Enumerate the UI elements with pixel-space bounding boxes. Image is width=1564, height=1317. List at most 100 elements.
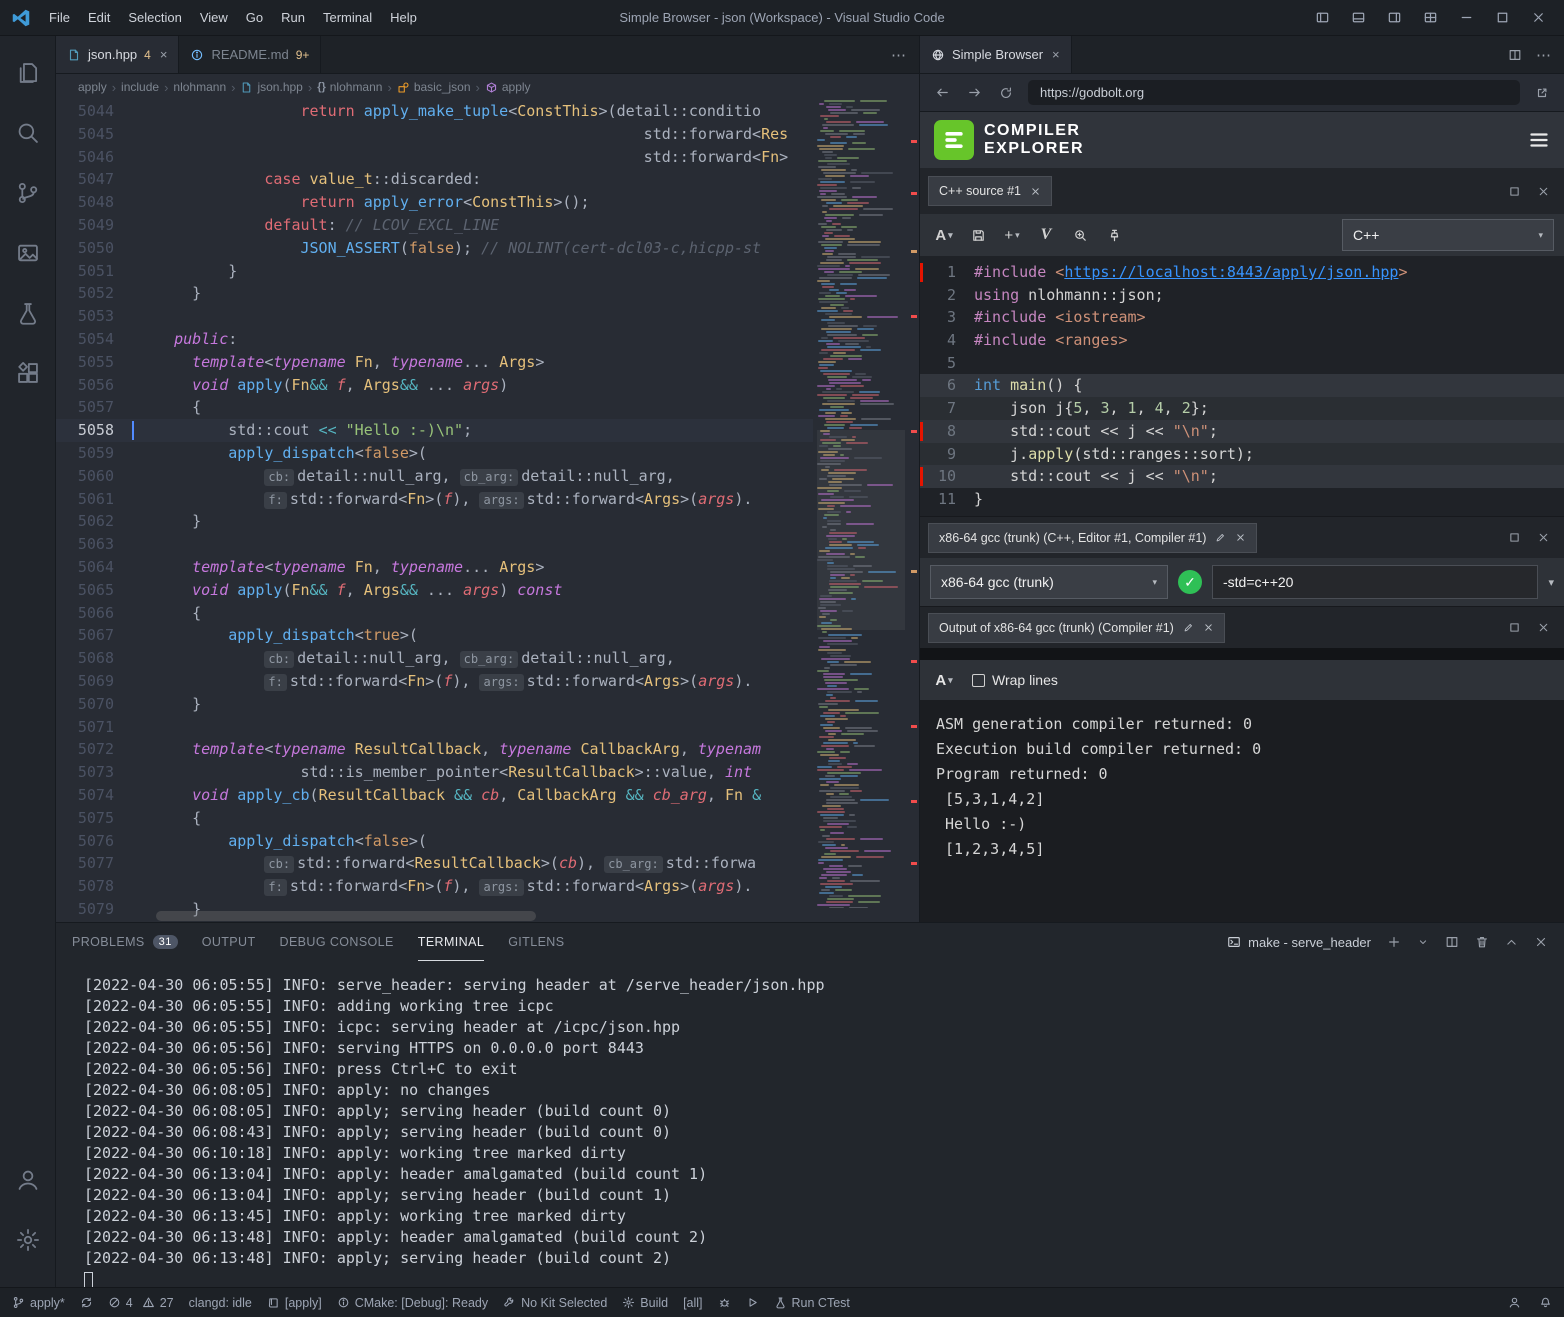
split-terminal-icon[interactable] [1445,935,1459,949]
panel-tab-terminal[interactable]: TERMINAL [418,923,484,961]
code-line-5050[interactable]: 5050 JSON_ASSERT(false); // NOLINT(cert-… [56,237,813,260]
save-icon[interactable] [964,220,992,250]
panel-tab-debug-console[interactable]: DEBUG CONSOLE [280,923,394,961]
code-line-5054[interactable]: 5054 public: [56,328,813,351]
close-window-icon[interactable] [1530,10,1546,26]
status-launch[interactable] [746,1296,759,1309]
new-terminal-icon[interactable] [1387,935,1401,949]
panel-tab-output[interactable]: OUTPUT [202,923,256,961]
status-notifications[interactable] [1539,1296,1552,1309]
code-line-5066[interactable]: 5066 { [56,602,813,625]
code-line-5078[interactable]: 5078 f:std::forward<Fn>(f), args:std::fo… [56,875,813,898]
code-line-5075[interactable]: 5075 { [56,807,813,830]
godbolt-source-editor[interactable]: 1#include <https://localhost:8443/apply/… [920,256,1564,516]
edit-icon[interactable] [1215,532,1226,543]
add-button[interactable]: +▾ [998,220,1026,250]
browser-more-actions-icon[interactable]: ⋯ [1536,46,1552,64]
maximize-panel-icon[interactable] [1505,936,1518,949]
minimap[interactable] [817,100,905,908]
code-line-5059[interactable]: 5059 apply_dispatch<false>( [56,442,813,465]
gb-code-line-10[interactable]: 10 std::cout << j << "\n"; [920,465,1564,488]
compiler-pane-tab[interactable]: x86-64 gcc (trunk) (C++, Editor #1, Comp… [928,523,1257,553]
zoom-icon[interactable] [1066,220,1094,250]
status-clangd-status[interactable]: clangd: idle [189,1296,252,1310]
breadcrumb-json.hpp[interactable]: json.hpp [240,80,302,94]
code-line-5046[interactable]: 5046 std::forward<Fn> [56,146,813,169]
gb-code-line-7[interactable]: 7 json j{5, 3, 1, 4, 2}; [920,397,1564,420]
forward-icon[interactable] [964,85,984,100]
menu-terminal[interactable]: Terminal [314,0,381,35]
open-external-icon[interactable] [1532,86,1552,100]
menu-run[interactable]: Run [272,0,314,35]
menu-help[interactable]: Help [381,0,426,35]
code-line-5068[interactable]: 5068 cb:detail::null_arg, cb_arg:detail:… [56,647,813,670]
url-input[interactable] [1028,80,1520,105]
editor-more-actions-icon[interactable]: ⋯ [891,46,907,64]
status-run-ctest[interactable]: Run CTest [774,1296,850,1310]
menu-file[interactable]: File [40,0,79,35]
code-line-5055[interactable]: 5055 template<typename Fn, typename... A… [56,351,813,374]
tab-json.hpp[interactable]: json.hpp4× [56,36,179,73]
terminal-dropdown-icon[interactable] [1417,936,1429,948]
code-line-5064[interactable]: 5064 template<typename Fn, typename... A… [56,556,813,579]
menu-edit[interactable]: Edit [79,0,119,35]
gb-code-line-9[interactable]: 9 j.apply(std::ranges::sort); [920,443,1564,466]
close-icon[interactable]: × [1052,47,1060,62]
back-icon[interactable] [932,85,952,100]
toggle-secondary-sidebar-icon[interactable] [1386,10,1402,26]
activity-search-icon[interactable] [4,108,52,158]
maximize-icon[interactable] [1508,531,1521,544]
activity-media-icon[interactable] [4,228,52,278]
panel-tab-gitlens[interactable]: GITLENS [508,923,564,961]
code-line-5057[interactable]: 5057 { [56,396,813,419]
code-line-5076[interactable]: 5076 apply_dispatch<false>( [56,830,813,853]
code-line-5048[interactable]: 5048 return apply_error<ConstThis>(); [56,191,813,214]
code-line-5047[interactable]: 5047 case value_t::discarded: [56,168,813,191]
status-debug[interactable] [718,1296,731,1309]
gb-code-line-8[interactable]: 8 std::cout << j << "\n"; [920,420,1564,443]
status-cmake-project[interactable]: [apply] [267,1296,322,1310]
split-editor-icon[interactable] [1508,48,1522,62]
activity-testing-icon[interactable] [4,288,52,338]
code-line-5067[interactable]: 5067 apply_dispatch<true>( [56,624,813,647]
close-icon[interactable] [1203,622,1214,633]
panel-tab-problems[interactable]: PROBLEMS31 [72,923,178,961]
breadcrumb-apply[interactable]: apply [485,80,531,94]
maximize-icon[interactable] [1508,621,1521,634]
language-select[interactable]: C++ ▾ [1342,219,1554,251]
tab-README.md[interactable]: README.md9+ [179,36,321,73]
compiler-args-input[interactable] [1212,565,1538,599]
code-line-5063[interactable]: 5063 [56,533,813,556]
status-git-branch[interactable]: apply* [12,1296,65,1310]
maximize-icon[interactable] [1508,185,1521,198]
code-line-5056[interactable]: 5056 void apply(Fn&& f, Args&& ... args) [56,374,813,397]
gb-code-line-1[interactable]: 1#include <https://localhost:8443/apply/… [920,261,1564,284]
code-line-5049[interactable]: 5049 default: // LCOV_EXCL_LINE [56,214,813,237]
code-line-5073[interactable]: 5073 std::is_member_pointer<ResultCallba… [56,761,813,784]
wrap-lines-toggle[interactable]: Wrap lines [972,672,1058,688]
breadcrumb-include[interactable]: include [121,80,159,94]
code-line-5061[interactable]: 5061 f:std::forward<Fn>(f), args:std::fo… [56,488,813,511]
code-line-5060[interactable]: 5060 cb:detail::null_arg, cb_arg:detail:… [56,465,813,488]
menu-view[interactable]: View [191,0,237,35]
close-pane-icon[interactable] [1537,531,1550,544]
font-size-button[interactable]: A▾ [930,220,958,250]
output-pane-tab[interactable]: Output of x86-64 gcc (trunk) (Compiler #… [928,613,1225,643]
gb-code-line-3[interactable]: 3#include <iostream> [920,306,1564,329]
terminal[interactable]: [2022-04-30 06:05:55] INFO: serve_header… [56,961,1564,1287]
code-line-5072[interactable]: 5072 template<typename ResultCallback, t… [56,738,813,761]
menu-selection[interactable]: Selection [119,0,190,35]
font-size-button[interactable]: A▾ [930,665,958,695]
code-line-5069[interactable]: 5069 f:std::forward<Fn>(f), args:std::fo… [56,670,813,693]
code-line-5045[interactable]: 5045 std::forward<Res [56,123,813,146]
close-icon[interactable] [1030,186,1041,197]
code-line-5062[interactable]: 5062 } [56,510,813,533]
gb-code-line-11[interactable]: 11} [920,488,1564,511]
source-pane-tab[interactable]: C++ source #1 [928,176,1052,206]
include-url-link[interactable]: https://localhost:8443/apply/json.hpp [1064,263,1398,281]
status-sync[interactable] [80,1296,93,1309]
toggle-sidebar-icon[interactable] [1314,10,1330,26]
gb-code-line-5[interactable]: 5 [920,352,1564,375]
code-line-5071[interactable]: 5071 [56,716,813,739]
vim-mode-icon[interactable]: V [1032,220,1060,250]
